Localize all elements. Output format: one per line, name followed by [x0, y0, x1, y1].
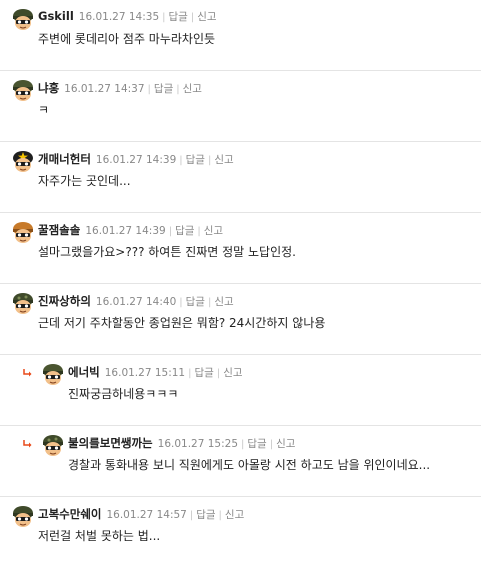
report-button[interactable]: 신고 — [225, 509, 244, 521]
comment-item: Gskill 16.01.27 14:35 | 답글 | 신고 주변에 롯데리아 점주 마… — [0, 0, 481, 71]
comment-item: 고복수만쉐이 16.01.27 14:57 | 답글 | 신고 저런걸 처벌 못하는 법.… — [0, 497, 481, 568]
comment-date: 16.01.27 14:37 — [64, 83, 145, 95]
soldier-avatar-icon[interactable] — [12, 79, 34, 103]
comment-meta: 진짜상하의 16.01.27 14:40 | 답글 | 신고 — [38, 293, 234, 309]
divider: | — [216, 368, 221, 379]
comment-date: 16.01.27 14:39 — [85, 225, 166, 237]
soldier-avatar-icon[interactable] — [12, 221, 34, 245]
reply-arrow-icon — [23, 369, 32, 377]
comment-date: 16.01.27 14:57 — [106, 509, 187, 521]
comment-meta: 에너빅 16.01.27 15:11 | 답글 | 신고 — [68, 364, 243, 380]
comment-meta: 개매너헌터 16.01.27 14:39 | 답글 | 신고 — [38, 151, 234, 167]
divider: | — [147, 84, 151, 95]
reply-comment-item: 에너빅 16.01.27 15:11 | 답글 | 신고 진짜궁금하네용ㅋㅋㅋ — [0, 355, 481, 426]
comment-date: 16.01.27 15:25 — [157, 438, 238, 450]
comment-author[interactable]: 불의를보면쌩까는 — [68, 436, 153, 450]
comment-text: 진짜궁금하네용ㅋㅋㅋ — [68, 387, 179, 401]
divider: | — [190, 12, 195, 23]
divider: | — [179, 297, 183, 308]
report-button[interactable]: 신고 — [214, 296, 233, 308]
reply-button[interactable]: 답글 — [154, 83, 173, 95]
divider: | — [269, 439, 274, 450]
divider: | — [188, 368, 192, 379]
report-button[interactable]: 신고 — [276, 438, 295, 450]
comment-meta: Gskill 16.01.27 14:35 | 답글 | 신고 — [38, 9, 217, 25]
comment-text: 주변에 롯데리아 점주 마누라차인듯 — [38, 32, 216, 46]
report-button[interactable]: 신고 — [223, 367, 242, 379]
reply-button[interactable]: 답글 — [194, 367, 213, 379]
comment-meta: 고복수만쉐이 16.01.27 14:57 | 답글 | 신고 — [38, 506, 244, 522]
comment-meta: 냐홍 16.01.27 14:37 | 답글 | 신고 — [38, 80, 202, 96]
soldier-avatar-icon[interactable] — [42, 434, 64, 458]
comment-item: 냐홍 16.01.27 14:37 | 답글 | 신고 ㅋ — [0, 71, 481, 142]
reply-button[interactable]: 답글 — [196, 509, 215, 521]
comment-author[interactable]: 진짜상하의 — [38, 294, 91, 308]
reply-comment-item: 불의를보면쌩까는 16.01.27 15:25 | 답글 | 신고 경찰과 통화내용 보니… — [0, 426, 481, 497]
comment-author[interactable]: 고복수만쉐이 — [38, 507, 101, 521]
reply-button[interactable]: 답글 — [169, 11, 188, 23]
divider: | — [162, 12, 166, 23]
soldier-avatar-icon[interactable] — [12, 292, 34, 316]
comment-item: 진짜상하의 16.01.27 14:40 | 답글 | 신고 근데 저기 주차할동안 종업… — [0, 284, 481, 355]
divider: | — [207, 155, 212, 166]
comment-date: 16.01.27 14:40 — [95, 296, 177, 308]
divider: | — [168, 226, 173, 237]
soldier-avatar-icon[interactable] — [42, 363, 64, 387]
comment-text: 설마그랬을가요>??? 하여튼 진짜면 정말 노답인정. — [38, 245, 296, 259]
reply-button[interactable]: 답글 — [175, 225, 194, 237]
comment-text: ㅋ — [38, 103, 50, 117]
divider: | — [189, 510, 194, 521]
comment-item: 개매너헌터 16.01.27 14:39 | 답글 | 신고 자주가는 곳인데... — [0, 142, 481, 213]
reply-arrow-icon — [23, 440, 32, 448]
report-button[interactable]: 신고 — [204, 225, 223, 237]
comment-author[interactable]: 냐홍 — [38, 81, 59, 95]
comment-date: 16.01.27 15:11 — [104, 367, 186, 379]
star-helmet-avatar-icon[interactable] — [12, 150, 34, 174]
comment-author[interactable]: 꿀잼솔솔 — [38, 223, 80, 237]
comment-author[interactable]: 에너빅 — [68, 365, 100, 379]
divider: | — [207, 297, 212, 308]
soldier-avatar-icon[interactable] — [12, 8, 34, 32]
comment-text: 근데 저기 주차할동안 종업원은 뭐함? 24시간하지 않나용 — [38, 316, 326, 330]
comment-text: 저런걸 처벌 못하는 법... — [38, 529, 161, 543]
divider: | — [179, 155, 183, 166]
comment-meta: 꿀잼솔솔 16.01.27 14:39 | 답글 | 신고 — [38, 222, 223, 238]
comment-meta: 불의를보면쌩까는 16.01.27 15:25 | 답글 | 신고 — [68, 435, 295, 451]
comment-item: 꿀잼솔솔 16.01.27 14:39 | 답글 | 신고 설마그랬을가요>??? 하여튼… — [0, 213, 481, 284]
report-button[interactable]: 신고 — [183, 83, 202, 95]
divider: | — [197, 226, 201, 237]
comment-date: 16.01.27 14:39 — [95, 154, 177, 166]
reply-button[interactable]: 답글 — [186, 154, 205, 166]
divider: | — [218, 510, 222, 521]
comment-author[interactable]: Gskill — [38, 9, 74, 23]
comment-text: 자주가는 곳인데... — [38, 174, 131, 188]
comment-text: 경찰과 통화내용 보니 직원에게도 아몰랑 시전 하고도 남을 위인이네요... — [68, 458, 431, 472]
comment-author[interactable]: 개매너헌터 — [38, 152, 91, 166]
reply-button[interactable]: 답글 — [186, 296, 205, 308]
divider: | — [176, 84, 180, 95]
comment-date: 16.01.27 14:35 — [78, 11, 160, 23]
report-button[interactable]: 신고 — [214, 154, 233, 166]
reply-button[interactable]: 답글 — [247, 438, 266, 450]
soldier-avatar-icon[interactable] — [12, 505, 34, 529]
report-button[interactable]: 신고 — [197, 11, 216, 23]
divider: | — [241, 439, 245, 450]
